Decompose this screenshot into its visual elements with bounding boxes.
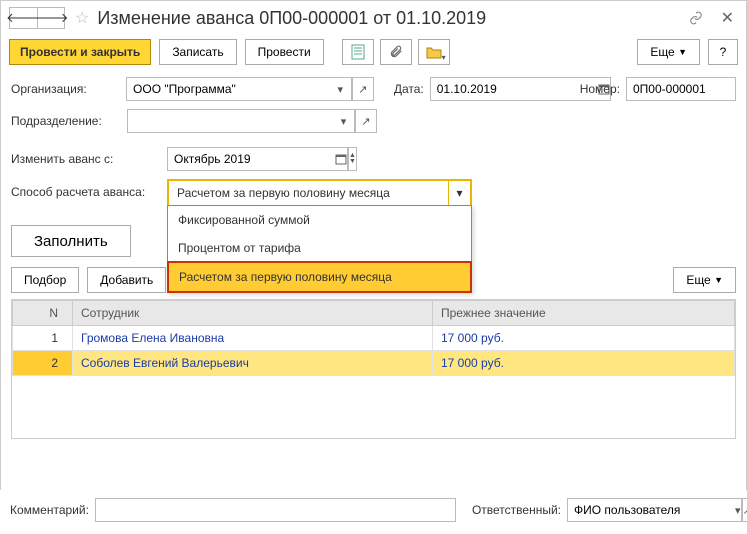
save-button[interactable]: Записать <box>159 39 236 65</box>
responsible-label: Ответственный: <box>472 503 561 517</box>
add-button[interactable]: Добавить <box>87 267 166 293</box>
comment-input[interactable] <box>95 498 456 522</box>
table-row[interactable]: 2 Соболев Евгений Валерьевич 17 000 руб. <box>13 351 735 376</box>
dept-label: Подразделение: <box>11 114 121 128</box>
number-label: Номер: <box>580 82 620 96</box>
date-label: Дата: <box>394 82 424 96</box>
calc-method-value: Расчетом за первую половину месяца <box>169 186 448 200</box>
period-calendar-icon[interactable] <box>335 147 348 171</box>
col-header-employee[interactable]: Сотрудник <box>73 301 433 326</box>
calc-method-options-list: Фиксированной суммой Процентом от тарифа… <box>167 205 472 293</box>
dept-dropdown-icon[interactable]: ▾ <box>333 109 355 133</box>
report-icon-button[interactable] <box>342 39 374 65</box>
comment-label: Комментарий: <box>10 503 89 517</box>
page-title: Изменение аванса 0П00-000001 от 01.10.20… <box>97 8 684 29</box>
calc-option-half-month[interactable]: Расчетом за первую половину месяца <box>167 261 472 293</box>
responsible-open-icon[interactable]: ↗ <box>742 498 747 522</box>
calc-option-percent[interactable]: Процентом от тарифа <box>168 234 471 262</box>
pick-button[interactable]: Подбор <box>11 267 79 293</box>
col-header-prev[interactable]: Прежнее значение <box>433 301 735 326</box>
org-input[interactable] <box>126 77 330 101</box>
responsible-input[interactable] <box>567 498 735 522</box>
chevron-down-icon[interactable]: ▾ <box>448 181 470 205</box>
table-row[interactable]: 1 Громова Елена Ивановна 17 000 руб. <box>13 326 735 351</box>
fill-button[interactable]: Заполнить <box>11 225 131 257</box>
nav-forward-button[interactable]: 🡒 <box>37 7 65 29</box>
table-more-button[interactable]: Еще ▼ <box>673 267 736 293</box>
period-spinner-icon[interactable]: ▲▼ <box>348 147 357 171</box>
folder-icon-button[interactable]: ▾ <box>418 39 450 65</box>
change-from-label: Изменить аванс с: <box>11 152 161 166</box>
org-dropdown-icon[interactable]: ▾ <box>330 77 352 101</box>
calc-method-dropdown[interactable]: Расчетом за первую половину месяца ▾ Фик… <box>167 179 472 207</box>
org-label: Организация: <box>11 82 120 96</box>
col-header-n[interactable]: N <box>13 301 73 326</box>
calc-method-label: Способ расчета аванса: <box>11 179 161 199</box>
help-button[interactable]: ? <box>708 39 738 65</box>
attachment-icon-button[interactable] <box>380 39 412 65</box>
number-input[interactable] <box>626 77 736 101</box>
calc-option-fixed[interactable]: Фиксированной суммой <box>168 206 471 234</box>
favorite-star-icon[interactable]: ☆ <box>75 8 89 28</box>
change-from-input[interactable] <box>167 147 335 171</box>
date-input[interactable] <box>430 77 598 101</box>
post-and-close-button[interactable]: Провести и закрыть <box>9 39 151 65</box>
employees-table: N Сотрудник Прежнее значение 1 Громова Е… <box>11 299 736 439</box>
post-button[interactable]: Провести <box>245 39 324 65</box>
dept-input[interactable] <box>127 109 333 133</box>
dept-open-icon[interactable]: ↗ <box>355 109 377 133</box>
more-button[interactable]: Еще ▼ <box>637 39 700 65</box>
org-open-icon[interactable]: ↗ <box>352 77 374 101</box>
link-icon[interactable] <box>689 11 703 25</box>
close-icon[interactable]: ✕ <box>717 8 738 28</box>
